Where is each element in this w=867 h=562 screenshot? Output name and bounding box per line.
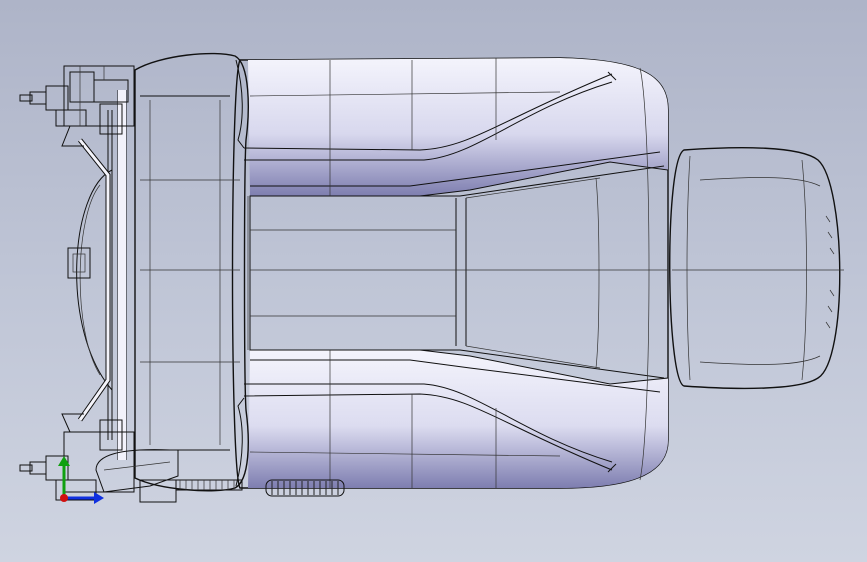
back-dome bbox=[67, 169, 113, 392]
triad-axis-x bbox=[60, 494, 68, 502]
cad-viewport[interactable] bbox=[0, 0, 867, 562]
motor-left bbox=[19, 65, 135, 147]
rear-frame bbox=[77, 52, 249, 492]
headrest bbox=[669, 147, 844, 390]
seat-cushion bbox=[231, 57, 669, 489]
motor-right bbox=[19, 413, 243, 503]
seat-model bbox=[19, 52, 844, 504]
